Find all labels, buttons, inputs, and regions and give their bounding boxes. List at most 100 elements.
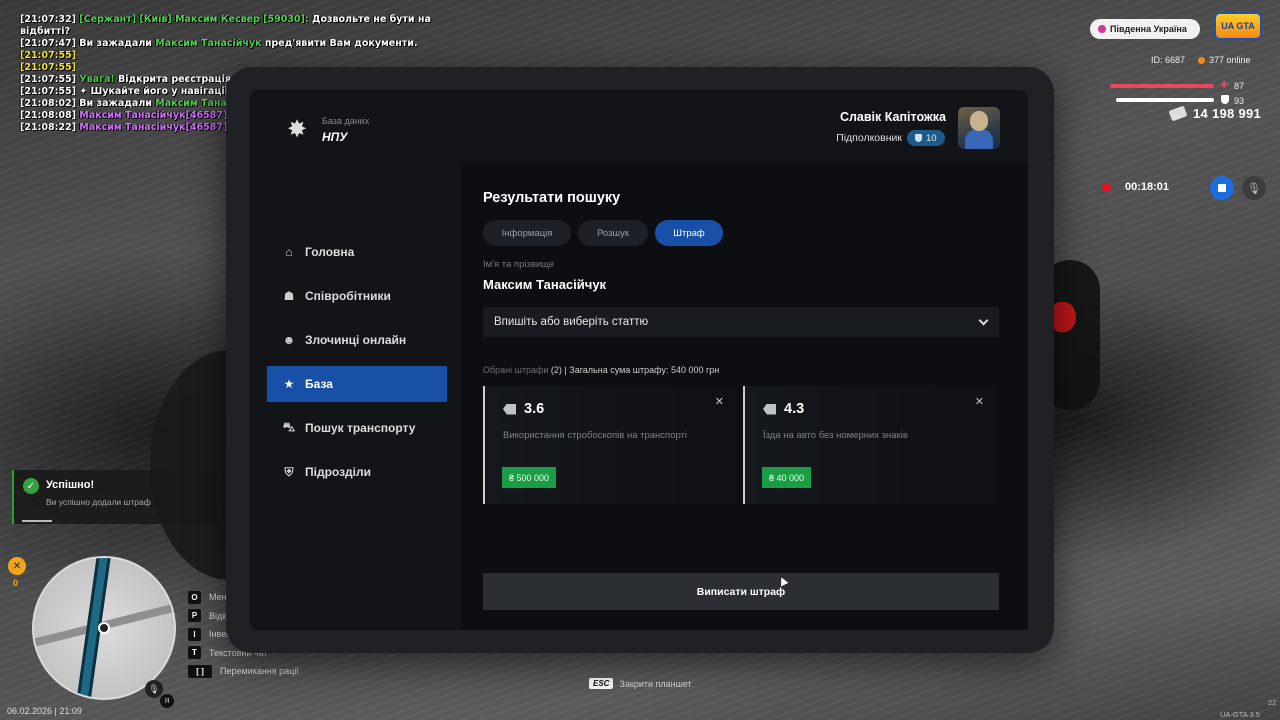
notification-progress xyxy=(22,520,52,522)
star-icon: ★ xyxy=(283,377,295,391)
server-heart-icon xyxy=(1098,25,1106,33)
remove-fine-button[interactable]: ✕ xyxy=(975,395,984,408)
tools-count: 0 xyxy=(13,578,19,588)
sidebar-item[interactable]: ★ База xyxy=(267,366,447,402)
key-label: Перемикання рації xyxy=(220,666,299,677)
key-cap: I xyxy=(188,627,201,641)
armor-bar xyxy=(1116,98,1214,102)
key-hint-row: [ ] Перемикання рації xyxy=(188,662,299,681)
key-cap: [ ] xyxy=(188,664,212,678)
sidebar-item-label: Пошук транспорту xyxy=(305,421,416,435)
fine-code: 4.3 xyxy=(763,401,804,417)
tab-wanted[interactable]: Розшук xyxy=(578,220,648,246)
issue-fine-button[interactable]: Виписати штраф xyxy=(483,573,999,610)
sidebar-item[interactable]: ☻ Злочинці онлайн xyxy=(267,322,447,358)
article-select-placeholder: Впишіть або виберіть статтю xyxy=(494,316,649,328)
sidebar-item-label: Підрозділи xyxy=(305,465,371,479)
chat-segment: Дозвольте не бути на xyxy=(312,14,431,25)
database-subtitle: База даних xyxy=(322,116,370,126)
online-text: 377 online xyxy=(1209,55,1251,65)
close-icon: ✕ xyxy=(974,396,984,408)
sidebar-item-label: База xyxy=(305,377,333,391)
server-name: Південна Україна xyxy=(1110,24,1187,34)
notification-message: Ви успішно додали штраф xyxy=(46,497,151,507)
tag-icon xyxy=(763,403,776,415)
fine-code-text: 3.6 xyxy=(524,401,545,417)
chat-segment: [21:07:47] xyxy=(20,38,80,49)
date-time: 06.02.2026 | 21:09 xyxy=(7,706,82,716)
chevron-down-icon xyxy=(978,315,989,325)
game-logo: UA GTA xyxy=(1214,12,1262,40)
officer-avatar xyxy=(958,107,1000,149)
officer-level: 10 xyxy=(926,132,937,144)
key-cap: T xyxy=(188,646,201,660)
chat-segment: [21:08:02] xyxy=(20,98,80,109)
summary-label: Обрані штрафи xyxy=(483,365,549,375)
chat-segment: ✦ Шукайте його у навігації: xyxy=(79,86,235,97)
level-shield-icon xyxy=(915,134,922,142)
money-value: 14 198 991 xyxy=(1193,106,1262,121)
close-icon: ✕ xyxy=(714,396,724,408)
chat-segment: [21:07:55] xyxy=(20,50,76,61)
server-badge: Південна Україна xyxy=(1090,19,1200,39)
chat-line: відбитті? xyxy=(20,26,400,38)
police-star-icon: ✸ xyxy=(286,116,308,143)
fine-code: 3.6 xyxy=(503,401,544,417)
officer-level-badge: 10 xyxy=(907,130,945,146)
criminal-icon: ☻ xyxy=(282,333,296,347)
sidebar-item-label: Співробітники xyxy=(305,289,391,303)
chat-line: [21:07:55] xyxy=(20,50,400,62)
success-notification: ✓ Успішно! Ви успішно додали штраф xyxy=(12,470,217,524)
health-cross-icon: ✚ xyxy=(1220,80,1229,91)
key-cap: P xyxy=(188,609,201,623)
tools-icon: ✕ xyxy=(8,557,26,575)
users-icon: ☗ xyxy=(283,289,295,303)
chat-segment: [21:08:08] xyxy=(20,110,80,121)
officer-rank: Підполковник xyxy=(836,132,902,144)
recording-indicator: 00:18:01 🎙 xyxy=(1090,172,1280,202)
armor-shield-icon xyxy=(1221,95,1229,104)
chat-line: [21:07:47] Ви зажадали Максим Танасійчук… xyxy=(20,38,418,50)
sidebar-item-label: Злочинці онлайн xyxy=(305,333,407,347)
chat-segment: Ви зажадали xyxy=(79,98,156,109)
fine-price: ₴ 40 000 xyxy=(762,467,812,488)
remove-fine-button[interactable]: ✕ xyxy=(715,395,724,408)
version-number: 22 xyxy=(1268,698,1277,707)
voice-mic-icon: 🎙 xyxy=(145,680,163,698)
tab-information[interactable]: Інформація xyxy=(483,220,571,246)
health-value: 87 xyxy=(1234,81,1245,91)
chat-segment: Максим Танасійчук xyxy=(155,38,262,49)
officer-name: Славік Капітожка xyxy=(839,110,946,124)
chat-segment: відбитті? xyxy=(20,26,71,37)
sidebar-item-label: Головна xyxy=(305,245,355,259)
health-bar xyxy=(1110,84,1214,88)
chat-segment: [21:08:22] xyxy=(20,122,80,133)
fine-summary: Обрані штрафи (2) | Загальна сума штрафу… xyxy=(483,365,719,375)
chat-segment: [21:07:55] xyxy=(20,62,76,73)
tag-icon xyxy=(503,403,516,415)
esc-key: ESC xyxy=(589,678,614,689)
red-object xyxy=(1052,302,1076,332)
stop-recording-button[interactable] xyxy=(1210,176,1234,200)
sidebar-item[interactable]: ⛨ Підрозділи xyxy=(267,454,447,490)
mic-off-icon: 🎙 xyxy=(1247,182,1261,195)
voice-key-icon: Я xyxy=(160,694,174,708)
mute-mic-button[interactable]: 🎙 xyxy=(1242,176,1266,200)
tab-fine[interactable]: Штраф xyxy=(655,220,723,246)
fine-description: Їзда на авто без номерних знаків xyxy=(763,430,908,441)
fine-card: 4.3 Їзда на авто без номерних знаків ₴ 4… xyxy=(743,386,996,504)
fine-price: ₴ 500 000 xyxy=(502,467,557,488)
fine-card: 3.6 Використання стробоскопів на транспо… xyxy=(483,386,736,504)
online-dot-icon xyxy=(1198,56,1205,64)
sidebar-item[interactable]: ⛍ Пошук транспорту xyxy=(267,410,447,446)
database-title: НПУ xyxy=(322,130,348,144)
sidebar-item[interactable]: ⌂ Головна xyxy=(267,234,447,270)
suspect-name: Максим Танасійчук xyxy=(483,277,607,292)
player-id: ID: 6687 xyxy=(1151,55,1186,65)
sidebar-item[interactable]: ☗ Співробітники xyxy=(267,278,447,314)
record-dot-icon xyxy=(1102,182,1111,192)
home-icon: ⌂ xyxy=(285,245,293,259)
article-select[interactable]: Впишіть або виберіть статтю xyxy=(483,307,999,337)
summary-total: (2) | Загальна сума штрафу: 540 000 грн xyxy=(548,365,720,375)
chat-segment: [21:07:55] xyxy=(20,74,80,85)
